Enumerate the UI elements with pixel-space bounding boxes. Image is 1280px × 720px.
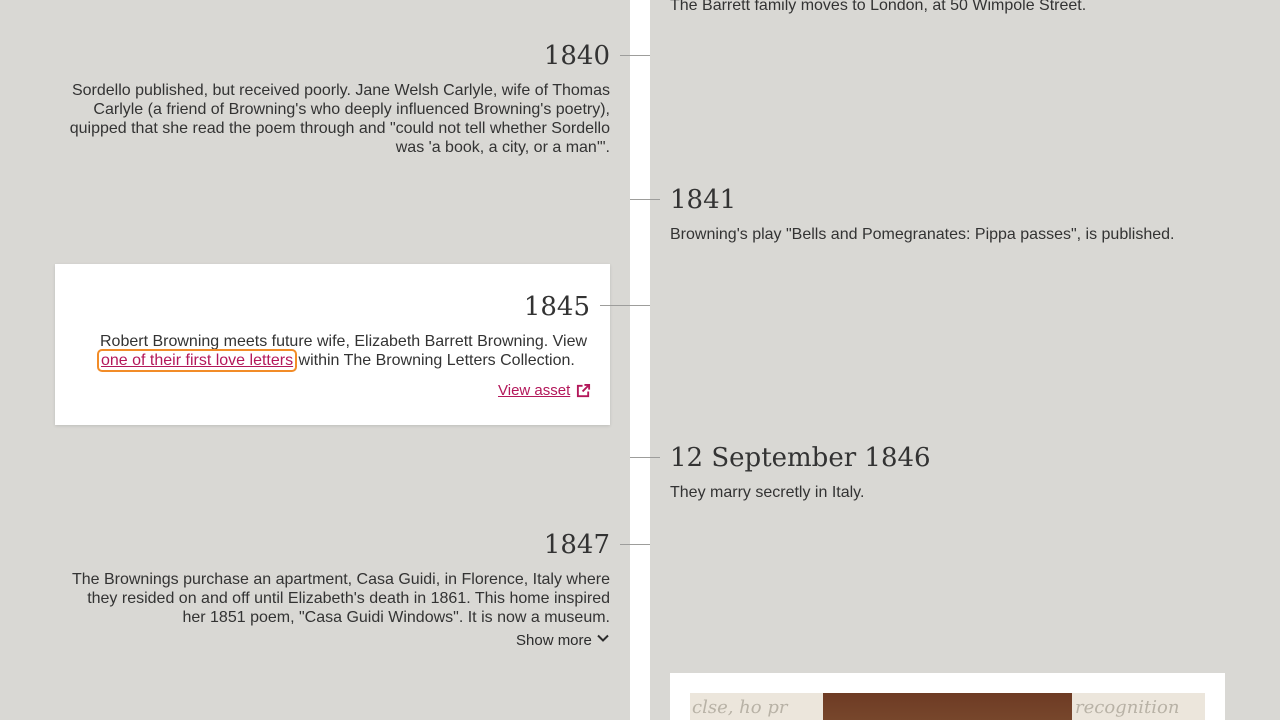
letter-image: clse, ho pr recognition xyxy=(690,693,1205,720)
entry-top-text: The Barrett family moves to London, at 5… xyxy=(670,0,1087,14)
timeline-spine xyxy=(630,0,650,720)
tick-1845 xyxy=(600,305,650,306)
timeline-page: The Barrett family moves to London, at 5… xyxy=(0,0,1280,720)
love-letter-link[interactable]: one of their first love letters xyxy=(96,349,298,372)
letter-photo xyxy=(823,693,1072,720)
entry-1840-text: Sordello published, but received poorly.… xyxy=(69,82,610,156)
year-1841: 1841 xyxy=(670,185,737,215)
year-1847: 1847 xyxy=(543,530,610,560)
year-1846: 12 September 1846 xyxy=(670,443,931,473)
view-asset-label: View asset xyxy=(498,382,571,399)
letter-handwriting-left: clse, ho pr xyxy=(692,697,788,718)
entry-1845-text-after: within The Browning Letters Collection. xyxy=(294,352,575,369)
view-asset-link[interactable]: View asset xyxy=(498,382,591,399)
entry-1841-text: Browning's play "Bells and Pomegranates:… xyxy=(670,226,1175,243)
entry-1846-text: They marry secretly in Italy. xyxy=(670,484,865,501)
show-more-label: Show more xyxy=(516,631,592,649)
year-1840: 1840 xyxy=(543,41,610,71)
letter-handwriting-right: recognition xyxy=(1075,697,1180,718)
tick-1841 xyxy=(630,199,660,200)
entry-1845-text: Robert Browning meets future wife, Eliza… xyxy=(96,332,595,372)
tick-1846 xyxy=(630,457,660,458)
year-1845: 1845 xyxy=(523,292,590,322)
tick-1840 xyxy=(620,55,650,56)
entry-1845-text-before: Robert Browning meets future wife, Eliza… xyxy=(100,333,588,350)
entry-1847-text: The Brownings purchase an apartment, Cas… xyxy=(71,571,610,626)
chevron-down-icon xyxy=(596,631,610,649)
tick-1847 xyxy=(620,544,650,545)
external-link-icon xyxy=(576,383,591,398)
letter-image-card: clse, ho pr recognition xyxy=(670,673,1225,720)
show-more-button[interactable]: Show more xyxy=(516,631,610,649)
